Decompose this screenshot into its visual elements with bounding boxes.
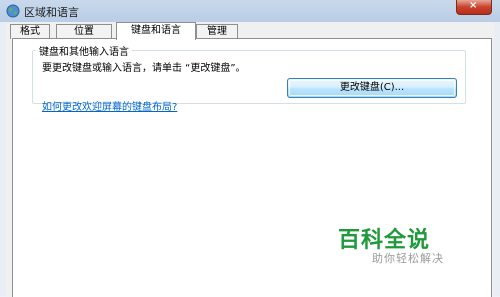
groupbox-title: 键盘和其他输入语言 [36, 43, 132, 58]
close-button[interactable]: × [456, 0, 492, 15]
watermark-logo: 百科全说 助你轻松解决 [338, 222, 468, 272]
tab-administrative[interactable]: 管理 [196, 24, 238, 39]
change-keyboards-button[interactable]: 更改键盘(C)... [287, 78, 457, 98]
welcome-screen-keyboard-help-link[interactable]: 如何更改欢迎屏幕的键盘布局? [42, 98, 177, 113]
tab-formats[interactable]: 格式 [10, 24, 50, 39]
close-icon: × [469, 0, 478, 11]
tab-location[interactable]: 位置 [56, 24, 112, 39]
globe-icon [6, 4, 20, 18]
window-title: 区域和语言 [24, 6, 79, 19]
groupbox-description: 要更改键盘或输入语言，请单击 “更改键盘”。 [42, 63, 246, 74]
tab-keyboards-and-languages[interactable]: 键盘和语言 [116, 22, 196, 40]
title-bar[interactable]: 区域和语言 × [0, 0, 500, 22]
change-keyboards-label: 更改键盘(C)... [339, 82, 405, 93]
dialog-window: 区域和语言 × 格式 位置 键盘和语言 管理 键盘和其他输入语言 要更改键盘或输… [0, 0, 500, 297]
watermark-subtitle: 助你轻松解决 [372, 252, 444, 265]
